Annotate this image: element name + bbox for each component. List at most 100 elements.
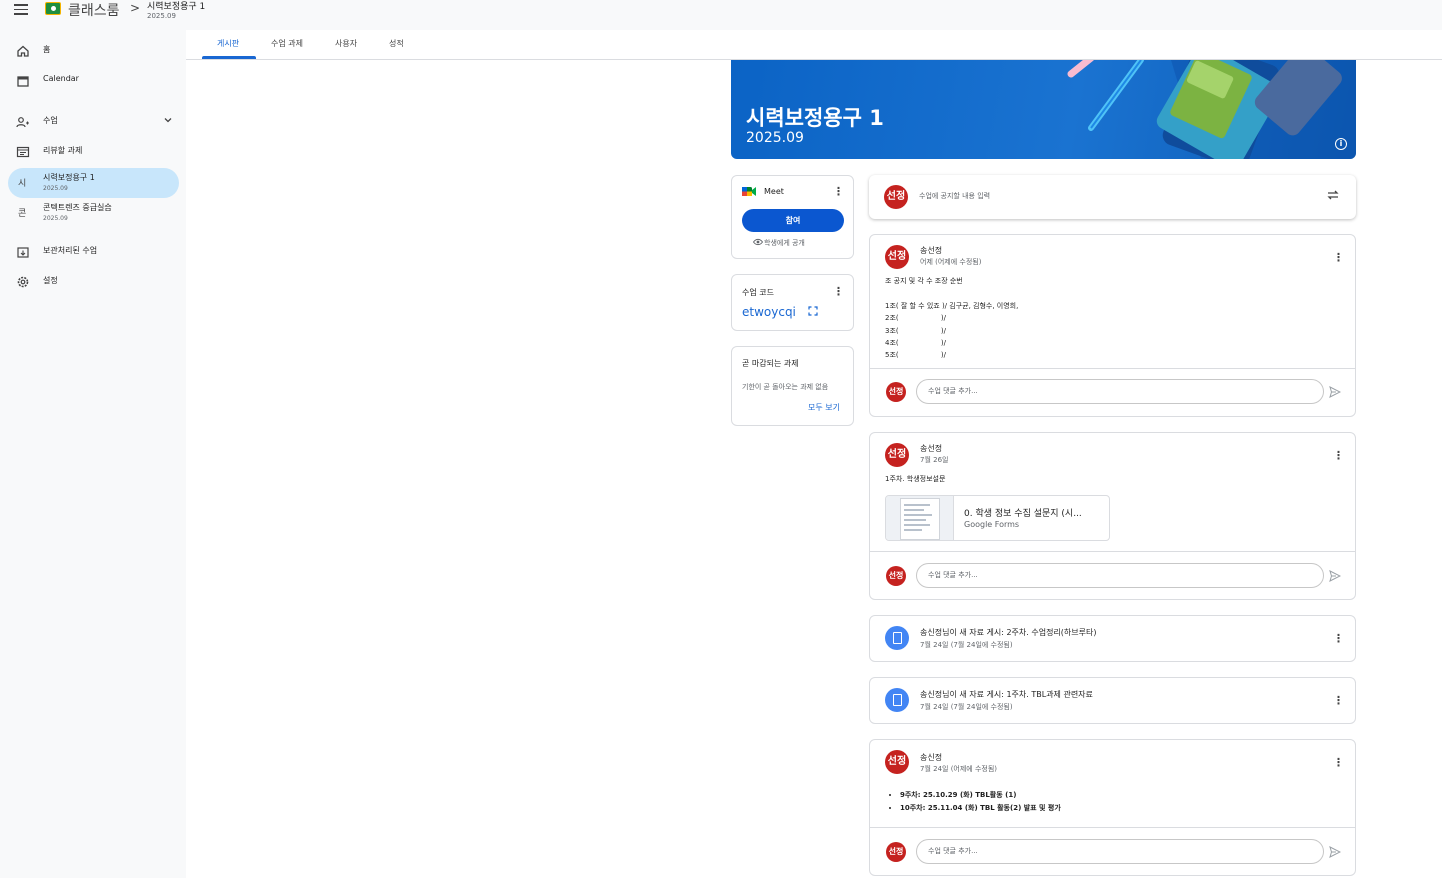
class-code-label: 수업 코드 <box>742 288 774 297</box>
calendar-icon <box>17 76 29 87</box>
class-banner: 시력보정용구 1 2025.09 i <box>731 60 1356 159</box>
tab-grades[interactable]: 성적 <box>389 38 404 49</box>
banner-title: 시력보정용구 1 <box>746 106 884 130</box>
more-options-icon[interactable]: ⋮ <box>1333 252 1344 263</box>
material-date: 7월 24일 (7월 24일에 수정됨) <box>920 703 1013 711</box>
sidebar-item-calendar[interactable]: Calendar <box>8 66 179 96</box>
attachment-type: Google Forms <box>964 520 1020 529</box>
tab-people[interactable]: 사용자 <box>335 38 357 49</box>
classroom-logo-icon[interactable] <box>45 2 61 15</box>
stream-post: 선정 송선정 어제 (어제에 수정됨) ⋮ 조 공지 및 각 수 조장 순번 1… <box>869 234 1356 417</box>
sidebar-item-label: 시력보정용구 1 <box>43 173 95 182</box>
assignment-review-icon <box>16 146 30 158</box>
post-author: 송신정 <box>920 753 943 762</box>
sidebar-item-label: Calendar <box>43 74 79 83</box>
join-meet-button[interactable]: 참여 <box>742 209 844 232</box>
sidebar-item-to-review[interactable]: 리뷰할 과제 <box>8 137 179 167</box>
form-attachment[interactable]: 0. 학생 정보 수집 설문지 (시... Google Forms <box>885 495 1110 541</box>
divider <box>870 827 1355 828</box>
upcoming-title: 곧 마감되는 과제 <box>742 359 799 368</box>
attachment-title: 0. 학생 정보 수집 설문지 (시... <box>964 509 1082 519</box>
breadcrumb-chevron-icon: > <box>130 1 141 15</box>
more-options-icon[interactable]: ⋮ <box>1333 757 1344 768</box>
more-options-icon[interactable]: ⋮ <box>833 186 844 197</box>
visible-note-label: 학생에게 공개 <box>764 239 805 247</box>
more-options-icon[interactable]: ⋮ <box>833 286 844 297</box>
sidebar-item-class-2[interactable]: 콘 콘텍트렌즈 중급실습 2025.09 <box>8 198 179 228</box>
tab-stream[interactable]: 게시판 <box>217 38 239 49</box>
view-all-link[interactable]: 모두 보기 <box>808 402 840 413</box>
chevron-down-icon[interactable] <box>163 115 173 125</box>
sidebar-item-home[interactable]: 홈 <box>8 36 179 66</box>
post-date: 어제 (어제에 수정됨) <box>920 258 982 266</box>
post-author: 송선정 <box>920 246 943 255</box>
meet-icon <box>742 187 756 196</box>
repost-icon[interactable] <box>1326 188 1340 202</box>
class-tabs: 게시판 수업 과제 사용자 성적 <box>186 30 1442 60</box>
avatar: 선정 <box>884 185 908 209</box>
visible-to-students-note: 학생에게 공개 <box>753 238 805 248</box>
material-title: 송신정님이 새 자료 게시: 2주차. 수업정리(하브루타) <box>920 628 1097 637</box>
avatar: 선정 <box>886 382 906 402</box>
sidebar-item-settings[interactable]: 설정 <box>8 267 179 297</box>
sidebar-item-label: 콘텍트렌즈 중급실습 <box>43 203 112 212</box>
list-item: 10주차: 25.11.04 (화) TBL 활동(2) 발표 및 평가 <box>900 803 1061 813</box>
app-name[interactable]: 클래스룸 <box>68 0 120 20</box>
more-options-icon[interactable]: ⋮ <box>1333 633 1344 644</box>
comment-input[interactable]: 수업 댓글 추가... <box>916 839 1324 864</box>
fullscreen-icon[interactable] <box>808 306 818 316</box>
divider <box>870 368 1355 369</box>
send-icon[interactable] <box>1329 570 1341 582</box>
sidebar-item-label: 홈 <box>43 45 51 54</box>
announce-box[interactable]: 선정 수업에 공지할 내용 입력 <box>869 175 1356 219</box>
send-icon[interactable] <box>1329 846 1341 858</box>
class-code-value: etwoycqi <box>742 305 796 319</box>
stream-post: 선정 송선정 7월 26일 ⋮ 1주차. 학생정보설문 0. 학생 정보 수집 … <box>869 432 1356 600</box>
sidebar-item-archived[interactable]: 보관처리된 수업 <box>8 237 179 267</box>
material-title: 송신정님이 새 자료 게시: 1주차. TBL과제 관련자료 <box>920 690 1093 699</box>
home-icon <box>17 45 29 57</box>
material-post[interactable]: 송신정님이 새 자료 게시: 1주차. TBL과제 관련자료 7월 24일 (7… <box>869 677 1356 724</box>
post-author: 송선정 <box>920 444 943 453</box>
eye-icon <box>753 238 763 246</box>
sidebar: 홈 Calendar 수업 리뷰할 과제 시 시력보정용구 1 2025.09 … <box>0 30 186 878</box>
class-letter-avatar: 시 <box>18 179 27 189</box>
material-icon <box>885 688 909 712</box>
list-item: 9주차: 25.10.29 (화) TBL활동 (1) <box>900 790 1061 800</box>
avatar: 선정 <box>886 566 906 586</box>
post-date: 7월 26일 <box>920 456 949 464</box>
attachment-thumbnail <box>886 496 954 540</box>
sidebar-item-sublabel: 2025.09 <box>43 185 68 192</box>
material-post[interactable]: 송신정님이 새 자료 게시: 2주차. 수업정리(하브루타) 7월 24일 (7… <box>869 615 1356 662</box>
meet-card: Meet ⋮ 참여 학생에게 공개 <box>731 175 854 259</box>
sidebar-item-label: 설정 <box>43 276 58 285</box>
announce-placeholder[interactable]: 수업에 공지할 내용 입력 <box>919 191 990 201</box>
sidebar-item-class-1[interactable]: 시 시력보정용구 1 2025.09 <box>8 168 179 198</box>
meet-label: Meet <box>764 187 784 196</box>
tab-classwork[interactable]: 수업 과제 <box>271 38 303 49</box>
sidebar-item-label: 보관처리된 수업 <box>43 246 98 255</box>
sidebar-item-classes[interactable]: 수업 <box>8 107 179 137</box>
comment-input[interactable]: 수업 댓글 추가... <box>916 379 1324 404</box>
class-letter-avatar: 콘 <box>18 209 27 219</box>
comment-input[interactable]: 수업 댓글 추가... <box>916 563 1324 588</box>
breadcrumb-class-title[interactable]: 시력보정용구 1 <box>147 0 205 12</box>
class-code-card: 수업 코드 ⋮ etwoycqi <box>731 274 854 331</box>
post-body: 1주차. 학생정보설문 <box>885 475 946 483</box>
menu-icon[interactable] <box>14 4 28 18</box>
more-options-icon[interactable]: ⋮ <box>1333 450 1344 461</box>
info-icon[interactable]: i <box>1335 138 1347 150</box>
people-icon <box>16 117 29 128</box>
active-tab-indicator <box>202 56 256 59</box>
upcoming-empty-text: 기한이 곧 돌아오는 과제 없음 <box>742 383 829 391</box>
upcoming-work-card: 곧 마감되는 과제 기한이 곧 돌아오는 과제 없음 모두 보기 <box>731 346 854 426</box>
post-date: 7월 24일 (어제에 수정됨) <box>920 765 998 773</box>
gear-icon <box>17 276 29 288</box>
material-date: 7월 24일 (7월 24일에 수정됨) <box>920 641 1013 649</box>
send-icon[interactable] <box>1329 386 1341 398</box>
sidebar-item-sublabel: 2025.09 <box>43 215 68 222</box>
material-icon <box>885 626 909 650</box>
more-options-icon[interactable]: ⋮ <box>1333 695 1344 706</box>
top-bar: 클래스룸 > 시력보정용구 1 2025.09 <box>0 0 1442 30</box>
archive-icon <box>17 247 29 258</box>
